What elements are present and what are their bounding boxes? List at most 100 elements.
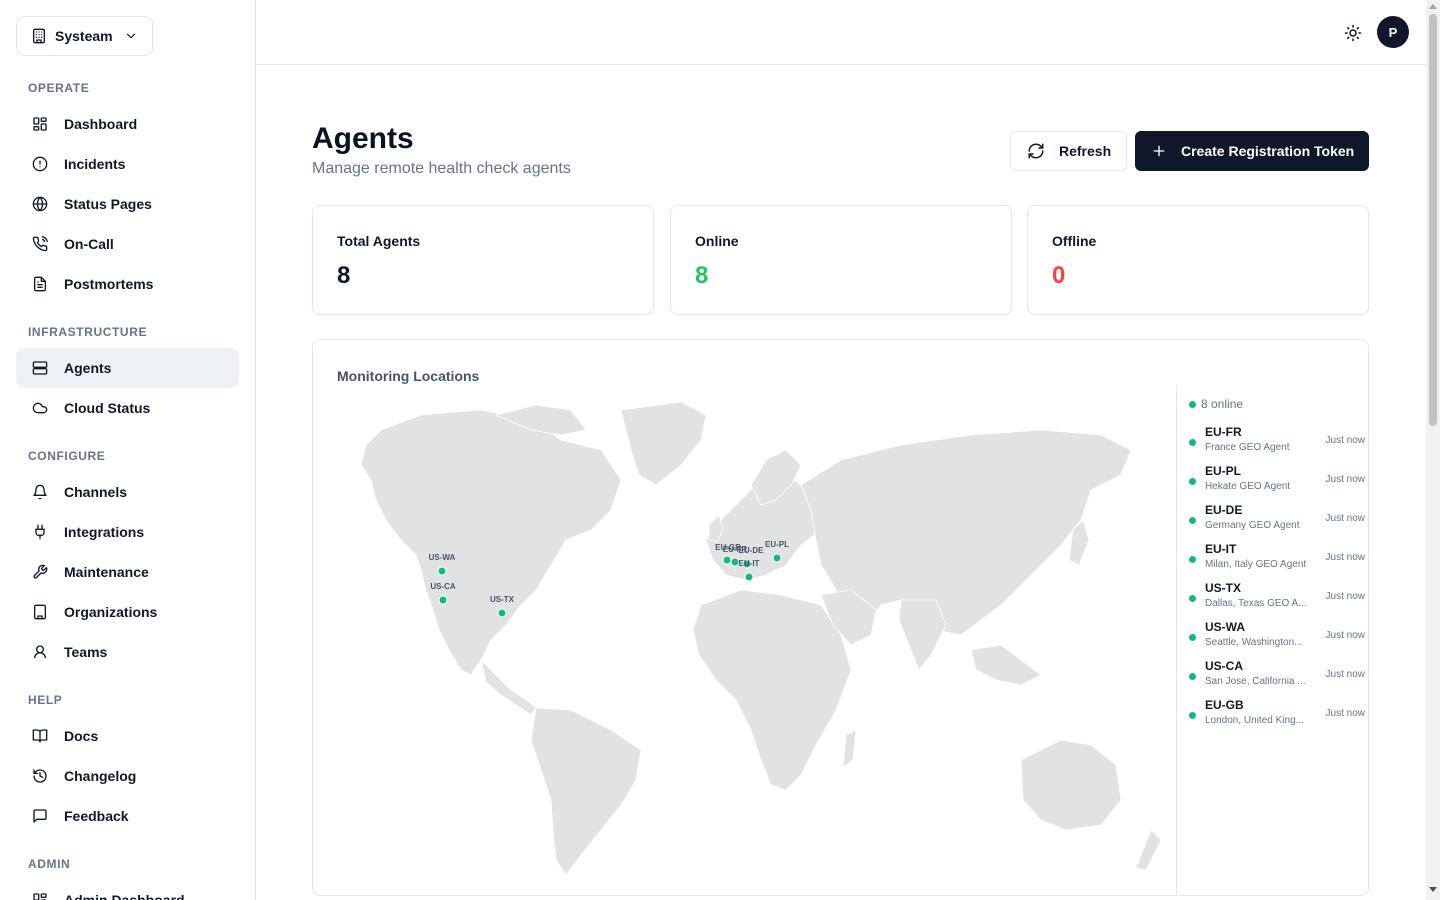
sidebar-item-label: On-Call xyxy=(64,236,114,252)
stat-value: 8 xyxy=(695,262,709,289)
agent-list-item[interactable]: US-WA Seattle, Washington... Just now xyxy=(1189,620,1365,656)
sidebar-item-feedback[interactable]: Feedback xyxy=(16,796,239,836)
stat-label: Total Agents xyxy=(337,233,421,249)
india-land xyxy=(898,599,947,671)
sidebar-item-label: Agents xyxy=(64,360,112,376)
sidebar-item-label: Status Pages xyxy=(64,196,152,212)
agent-name: EU-PL xyxy=(1205,464,1241,478)
sidebar-item-label: Teams xyxy=(64,644,108,660)
refresh-label: Refresh xyxy=(1059,143,1112,159)
new-zealand-land xyxy=(1135,829,1162,871)
sidebar-item-label: Admin Dashboard xyxy=(64,892,185,900)
agent-marker-eu-it[interactable] xyxy=(744,572,754,582)
central-america-land xyxy=(480,658,537,716)
online-summary: 8 online xyxy=(1189,397,1243,411)
plus-icon xyxy=(1153,145,1165,157)
agent-list-item[interactable]: EU-GB London, United King... Just now xyxy=(1189,698,1365,734)
create-registration-token-button[interactable]: Create Registration Token xyxy=(1135,131,1369,171)
page-subtitle: Manage remote health check agents xyxy=(312,160,571,177)
sidebar-item-organizations[interactable]: Organizations xyxy=(16,592,239,632)
sidebar-item-label: Docs xyxy=(64,728,99,744)
sidebar-item-admin-dashboard[interactable]: Admin Dashboard xyxy=(16,880,239,900)
agent-marker-eu-pl[interactable] xyxy=(772,553,782,563)
agent-last-seen: Just now xyxy=(1325,474,1365,485)
agent-list-item[interactable]: US-CA San Jose, California ... Just now xyxy=(1189,659,1365,695)
monitoring-locations-card: Monitoring Locations US-WA US-CA US-TX E… xyxy=(312,339,1369,896)
agent-last-seen: Just now xyxy=(1325,630,1365,641)
africa-land xyxy=(692,589,852,791)
sidebar-item-teams[interactable]: Teams xyxy=(16,632,239,672)
agent-description: Germany GEO Agent xyxy=(1205,520,1300,531)
agent-marker-us-ca[interactable] xyxy=(438,595,448,605)
create-token-label: Create Registration Token xyxy=(1181,143,1355,159)
sidebar-item-label: Dashboard xyxy=(64,116,138,132)
map-title: Monitoring Locations xyxy=(337,368,480,384)
scroll-up-arrow[interactable] xyxy=(1429,4,1437,9)
agent-list-item[interactable]: EU-PL Hekate GEO Agent Just now xyxy=(1189,464,1365,500)
sidebar-item-docs[interactable]: Docs xyxy=(16,716,239,756)
stat-card-total-agents: Total Agents 8 xyxy=(312,205,654,315)
sidebar-item-postmortems[interactable]: Postmortems xyxy=(16,264,239,304)
stat-card-online: Online 8 xyxy=(670,205,1012,315)
wrench-icon xyxy=(33,564,48,579)
agent-name: US-CA xyxy=(1205,659,1243,673)
page-scrollbar[interactable] xyxy=(1426,0,1440,900)
agent-marker-us-tx[interactable] xyxy=(497,608,507,618)
building-icon xyxy=(34,604,46,620)
sidebar-item-status-pages[interactable]: Status Pages xyxy=(16,184,239,224)
landmass-group xyxy=(360,401,1162,876)
scroll-thumb[interactable] xyxy=(1429,14,1437,426)
section-title-configure: CONFIGURE xyxy=(28,449,106,463)
south-america-land xyxy=(530,707,642,876)
refresh-icon xyxy=(1028,143,1044,159)
sidebar-item-label: Incidents xyxy=(64,156,126,172)
agent-marker-label: US-WA xyxy=(429,553,456,562)
scroll-down-arrow[interactable] xyxy=(1429,887,1437,892)
sidebar-item-label: Feedback xyxy=(64,808,129,824)
agent-list-item[interactable]: EU-FR France GEO Agent Just now xyxy=(1189,425,1365,461)
cloud-icon xyxy=(32,402,48,414)
online-dot-icon xyxy=(1189,400,1196,408)
book-icon xyxy=(32,729,48,743)
globe-icon xyxy=(32,196,48,212)
agent-name: EU-FR xyxy=(1205,425,1242,439)
world-map[interactable]: US-WAUS-CAUS-TXEU-GBEU-FREU-DEEU-ITEU-PL xyxy=(321,390,1176,890)
north-america-land xyxy=(360,409,622,676)
agent-marker-label: EU-PL xyxy=(765,540,789,549)
sidebar-item-agents[interactable]: Agents xyxy=(16,348,239,388)
agent-last-seen: Just now xyxy=(1325,513,1365,524)
agent-list-item[interactable]: EU-DE Germany GEO Agent Just now xyxy=(1189,503,1365,539)
agent-list-item[interactable]: EU-IT Milan, Italy GEO Agent Just now xyxy=(1189,542,1365,578)
southeast-asia-land xyxy=(970,644,1042,686)
refresh-button[interactable]: Refresh xyxy=(1010,131,1127,171)
status-dot-icon xyxy=(1189,478,1196,485)
stat-label: Offline xyxy=(1052,233,1097,249)
sidebar-item-label: Changelog xyxy=(64,768,137,784)
top-bar: P xyxy=(256,0,1426,65)
status-dot-icon xyxy=(1189,673,1196,680)
agent-description: San Jose, California ... xyxy=(1205,676,1306,687)
sidebar-item-changelog[interactable]: Changelog xyxy=(16,756,239,796)
stat-value: 8 xyxy=(337,262,351,289)
sidebar-item-maintenance[interactable]: Maintenance xyxy=(16,552,239,592)
agent-last-seen: Just now xyxy=(1325,708,1365,719)
dashboard-icon xyxy=(33,893,47,900)
plug-icon xyxy=(35,524,45,540)
avatar[interactable]: P xyxy=(1377,16,1409,48)
sidebar-item-dashboard[interactable]: Dashboard xyxy=(16,104,239,144)
sidebar-item-integrations[interactable]: Integrations xyxy=(16,512,239,552)
sidebar-item-channels[interactable]: Channels xyxy=(16,472,239,512)
sun-icon[interactable] xyxy=(1344,24,1362,42)
agent-marker-us-wa[interactable] xyxy=(437,566,447,576)
agent-list-item[interactable]: US-TX Dallas, Texas GEO A... Just now xyxy=(1189,581,1365,617)
sidebar-item-cloud-status[interactable]: Cloud Status xyxy=(16,388,239,428)
sidebar-item-on-call[interactable]: On-Call xyxy=(16,224,239,264)
org-switcher[interactable]: Systeam xyxy=(16,16,153,56)
section-title-operate: OPERATE xyxy=(28,81,90,95)
status-dot-icon xyxy=(1189,595,1196,602)
greenland-land xyxy=(620,401,707,486)
sidebar-item-incidents[interactable]: Incidents xyxy=(16,144,239,184)
agent-marker-eu-gb[interactable] xyxy=(722,555,732,565)
status-dot-icon xyxy=(1189,439,1196,446)
building-icon xyxy=(33,28,45,44)
